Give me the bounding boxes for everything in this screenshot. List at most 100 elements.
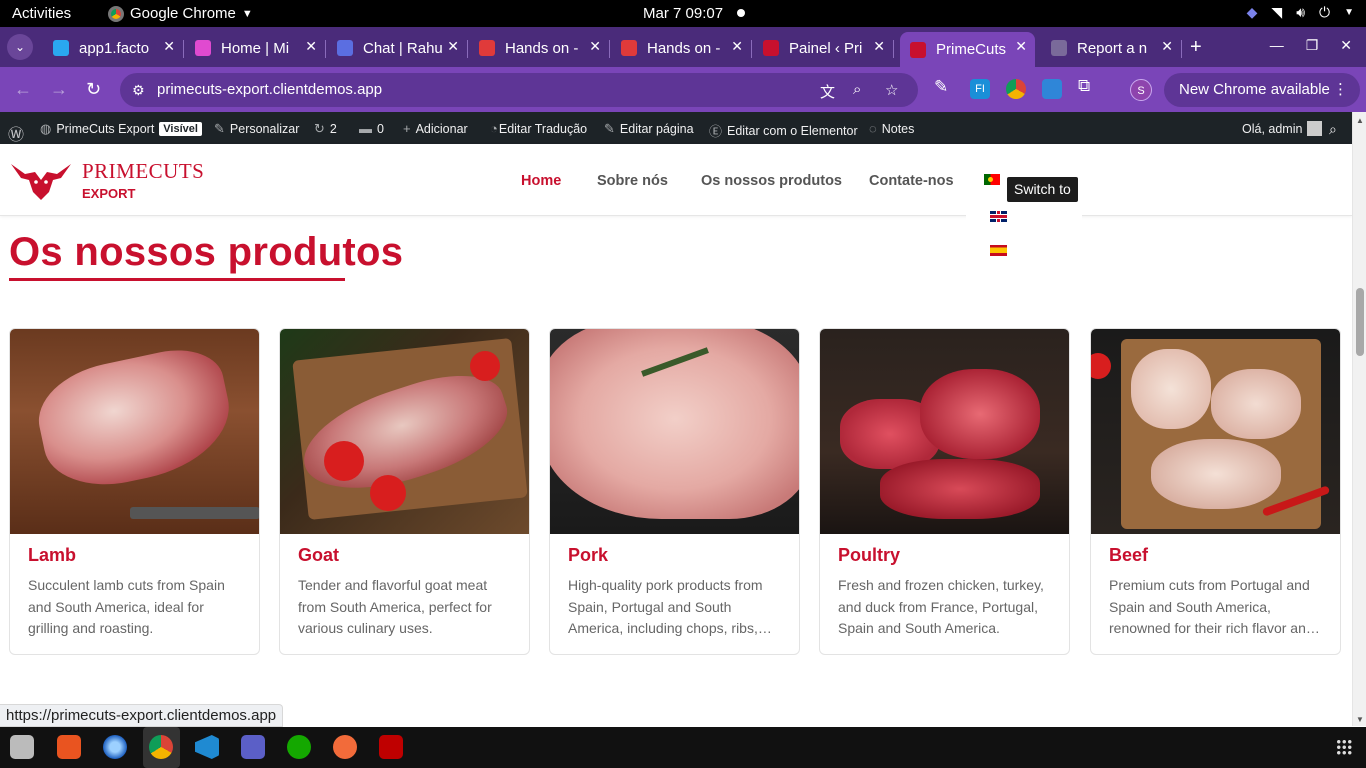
browser-tab[interactable]: Painel ‹ Pri ✕ (753, 32, 894, 64)
url-text[interactable]: primecuts-export.clientdemos.app (157, 81, 382, 98)
wp-notes[interactable]: ◌ Notes (869, 121, 914, 136)
minimize-button[interactable]: — (1270, 37, 1284, 54)
product-card-pork[interactable]: Pork High-quality pork products from Spa… (549, 328, 800, 655)
browser-tab[interactable]: Home | Mi ✕ (185, 32, 326, 64)
browser-tab[interactable]: Report a n ✕ (1041, 32, 1182, 64)
close-window-button[interactable]: ✕ (1340, 37, 1352, 54)
tab-close-icon[interactable]: ✕ (1161, 38, 1173, 55)
calendar-extension-icon[interactable] (1042, 79, 1062, 99)
browser-tab[interactable]: Hands on - ✕ (611, 32, 752, 64)
product-card-goat[interactable]: Goat Tender and flavorful goat meat from… (279, 328, 530, 655)
wp-edit-translation[interactable]: ◔ Editar Tradução (490, 121, 587, 136)
clock[interactable]: Mar 7 09:07 (643, 5, 723, 22)
tab-close-icon[interactable]: ✕ (873, 38, 885, 55)
postman-icon[interactable] (333, 735, 357, 759)
tab-title: app1.facto (79, 39, 150, 57)
bull-logo-icon[interactable] (9, 158, 73, 202)
pork-image[interactable] (550, 329, 799, 534)
wp-account[interactable]: Olá, admin (1242, 121, 1323, 136)
browser-tab[interactable]: PrimeCuts ✕ (900, 32, 1035, 67)
product-name[interactable]: Lamb (28, 545, 76, 566)
tab-close-icon[interactable]: ✕ (1015, 38, 1027, 55)
nav-about[interactable]: Sobre nós (597, 173, 668, 189)
translate-icon[interactable]: 文 (820, 81, 835, 102)
uk-flag-icon[interactable] (990, 211, 1007, 222)
poultry-image[interactable] (820, 329, 1069, 534)
tab-close-icon[interactable]: ✕ (163, 38, 175, 55)
wp-customize[interactable]: ✎ Personalizar (214, 121, 299, 137)
updates-count: 2 (329, 122, 337, 136)
wp-site-name[interactable]: ◍ PrimeCuts Export Visível (40, 121, 202, 137)
lamb-image[interactable] (10, 329, 259, 534)
show-apps-grid-icon[interactable] (1336, 739, 1352, 755)
portugal-flag-icon[interactable] (984, 174, 1000, 185)
scrollbar-thumb[interactable] (1356, 288, 1364, 356)
system-tray[interactable]: ◆ ◥ 🔊︎ ⏻ ▼ (1247, 4, 1354, 21)
tab-close-icon[interactable]: ✕ (731, 38, 743, 55)
wp-logo-icon[interactable]: Ⓦ (8, 121, 24, 145)
site-logo[interactable]: PRIMECUTS EXPORT (82, 159, 204, 201)
app-menu[interactable]: Google Chrome ▼ (108, 5, 253, 22)
scroll-down-arrow-icon[interactable]: ▼ (1356, 715, 1364, 724)
wp-comments[interactable]: ▬ 0 (359, 121, 384, 136)
wp-edit-page[interactable]: ✎ Editar página (604, 121, 694, 137)
zoom-icon[interactable]: ⌕ (853, 81, 861, 98)
chrome-extension-icon[interactable] (1006, 79, 1026, 99)
fi-extension-icon[interactable]: FI (970, 79, 990, 99)
product-card-beef[interactable]: Beef Premium cuts from Portugal and Spai… (1090, 328, 1341, 655)
chrome-update-button[interactable]: New Chrome available ⋮ (1164, 73, 1360, 107)
site-info-icon[interactable]: ⚙ (132, 82, 145, 99)
chrome-dock-icon[interactable] (149, 735, 173, 759)
tab-close-icon[interactable]: ✕ (589, 38, 601, 55)
spain-flag-icon[interactable] (990, 245, 1007, 256)
beef-image[interactable] (1091, 329, 1340, 534)
logo-brand: PRIMECUTS (82, 159, 205, 183)
product-name[interactable]: Pork (568, 545, 608, 566)
eyedropper-extension-icon[interactable]: ✎ (934, 77, 954, 97)
scroll-up-arrow-icon[interactable]: ▲ (1356, 116, 1364, 125)
software-center-icon[interactable] (57, 735, 81, 759)
reload-button[interactable]: ↻ (86, 79, 101, 100)
activities-button[interactable]: Activities (12, 5, 71, 22)
browser-tab[interactable]: app1.facto ✕ (43, 32, 184, 64)
profile-avatar[interactable]: S (1130, 79, 1152, 101)
address-bar[interactable]: ⚙ primecuts-export.clientdemos.app 文 ⌕ ☆ (120, 73, 918, 107)
tab-close-icon[interactable]: ✕ (305, 38, 317, 55)
vscode-icon[interactable] (195, 735, 219, 759)
forward-button[interactable]: → (50, 79, 68, 100)
tab-close-icon[interactable]: ✕ (447, 38, 459, 55)
wp-updates[interactable]: ↻ 2 (314, 121, 337, 137)
window-controls: — ❐ ✕ (1270, 37, 1352, 54)
new-tab-button[interactable]: + (1190, 36, 1202, 59)
nav-contact[interactable]: Contate-nos (869, 173, 954, 189)
product-card-lamb[interactable]: Lamb Succulent lamb cuts from Spain and … (9, 328, 260, 655)
page-scrollbar[interactable]: ▲ ▼ (1352, 112, 1366, 726)
back-button[interactable]: ← (14, 79, 32, 100)
browser-tab[interactable]: Hands on - ✕ (469, 32, 610, 64)
product-name[interactable]: Goat (298, 545, 339, 566)
tab-search-button[interactable]: ⌄ (7, 34, 33, 60)
chevron-down-icon: ▼ (1344, 7, 1354, 18)
site-name-label: PrimeCuts Export (56, 122, 155, 136)
product-card-poultry[interactable]: Poultry Fresh and frozen chicken, turkey… (819, 328, 1070, 655)
nav-products[interactable]: Os nossos produtos (701, 173, 842, 189)
product-name[interactable]: Poultry (838, 545, 900, 566)
wp-add-new[interactable]: + Adicionar (403, 121, 468, 136)
filezilla-icon[interactable] (379, 735, 403, 759)
product-name[interactable]: Beef (1109, 545, 1148, 566)
upwork-icon[interactable] (287, 735, 311, 759)
elementor-icon: Ⓔ (709, 124, 723, 139)
logo-sub: EXPORT (82, 186, 136, 201)
wp-edit-elementor[interactable]: Ⓔ Editar com o Elementor (709, 121, 858, 140)
nav-home[interactable]: Home (521, 173, 561, 189)
goat-image[interactable] (280, 329, 529, 534)
teams-icon[interactable] (241, 735, 265, 759)
extensions-puzzle-icon[interactable]: ⧉ (1078, 76, 1098, 96)
browser-tab[interactable]: Chat | Rahu ✕ (327, 32, 468, 64)
maximize-button[interactable]: ❐ (1306, 37, 1319, 54)
wp-search-icon[interactable]: ⌕ (1329, 121, 1337, 138)
thunderbird-icon[interactable] (103, 735, 127, 759)
teams-tray-icon[interactable]: ◆ (1247, 4, 1258, 21)
bookmark-star-icon[interactable]: ☆ (885, 81, 898, 99)
files-icon[interactable] (10, 735, 34, 759)
